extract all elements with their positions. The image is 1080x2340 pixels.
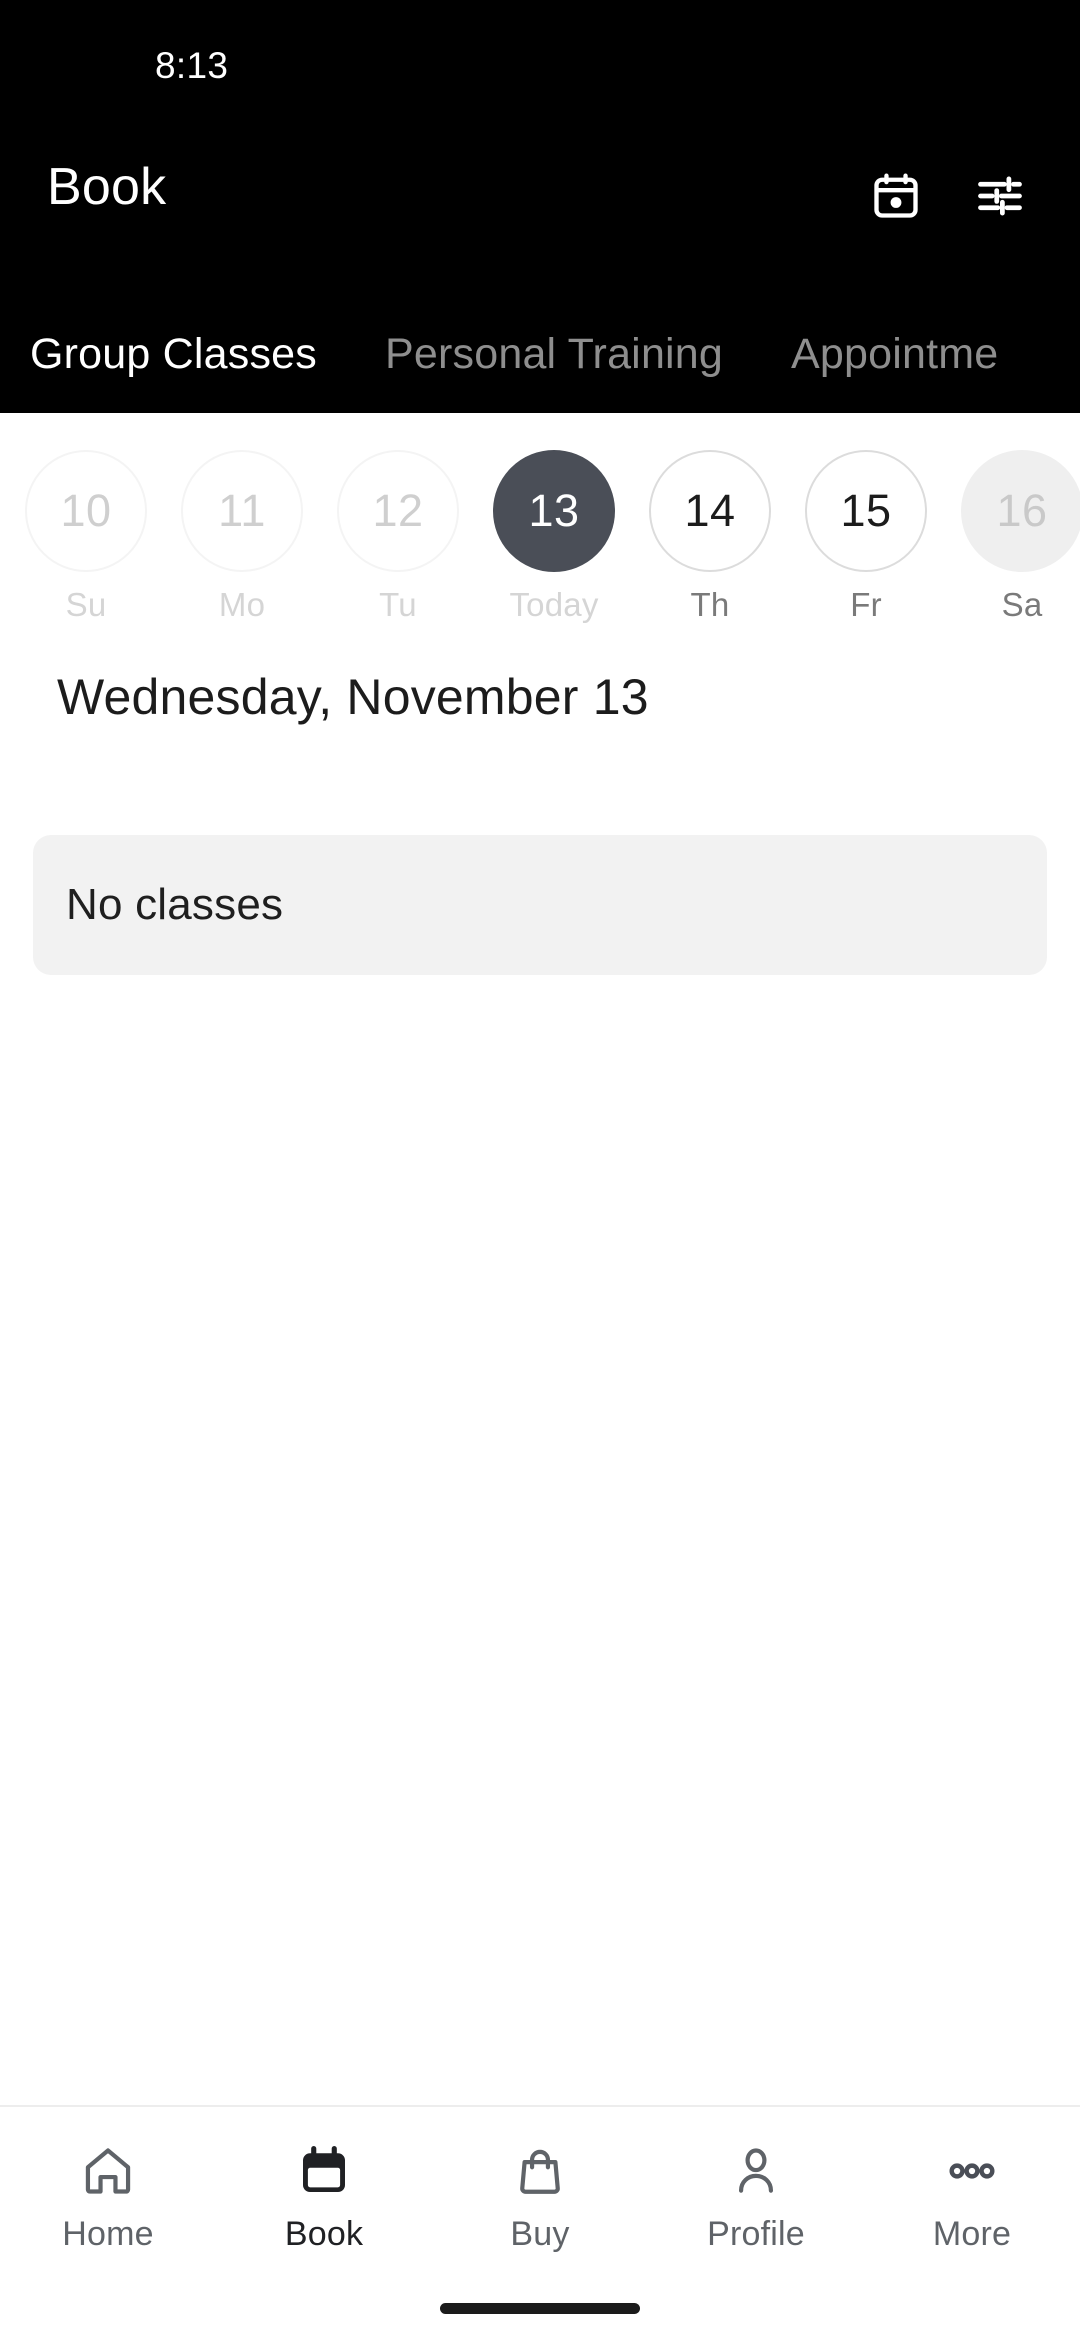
date-item-14[interactable]: 14 Th	[632, 450, 788, 624]
category-tabs[interactable]: Group Classes Personal Training Appointm…	[0, 295, 1080, 413]
home-indicator[interactable]	[440, 2303, 640, 2314]
nav-item-more[interactable]: More	[864, 2107, 1080, 2282]
more-icon	[944, 2140, 1000, 2202]
app-bar: Book	[0, 110, 1080, 295]
calendar-icon[interactable]	[868, 168, 924, 224]
person-icon	[728, 2140, 784, 2202]
nav-label: Book	[284, 2215, 364, 2253]
date-circle[interactable]: 10	[25, 450, 147, 572]
tab-group-classes[interactable]: Group Classes	[30, 330, 317, 379]
no-classes-card: No classes	[33, 835, 1047, 975]
nav-label: Profile	[707, 2215, 805, 2253]
nav-label: Buy	[510, 2215, 570, 2253]
date-circle[interactable]: 11	[181, 450, 303, 572]
selected-date-heading: Wednesday, November 13	[57, 669, 649, 725]
nav-label: Home	[62, 2215, 154, 2253]
app-header: 8:13 Book Group Classes Personal Trainin…	[0, 0, 1080, 413]
no-classes-label: No classes	[66, 880, 284, 929]
main-content: 10 Su 11 Mo 12 Tu 13 Today 14 Th 15 Fr 1…	[0, 413, 1080, 2340]
date-selector[interactable]: 10 Su 11 Mo 12 Tu 13 Today 14 Th 15 Fr 1…	[0, 450, 1080, 665]
bottom-navigation: Home Book Buy Profile More	[0, 2105, 1080, 2340]
date-item-15[interactable]: 15 Fr	[788, 450, 944, 624]
date-weekday-today: Today	[509, 586, 599, 623]
date-item-10[interactable]: 10 Su	[8, 450, 164, 624]
tab-personal-training[interactable]: Personal Training	[385, 330, 723, 379]
date-weekday: Th	[690, 586, 730, 623]
date-weekday: Su	[65, 586, 107, 623]
date-circle[interactable]: 12	[337, 450, 459, 572]
tab-appointments[interactable]: Appointme	[791, 330, 998, 379]
date-circle[interactable]: 14	[649, 450, 771, 572]
date-weekday: Fr	[850, 586, 882, 623]
filter-icon[interactable]	[972, 168, 1028, 224]
calendar-icon	[296, 2140, 352, 2202]
date-item-11[interactable]: 11 Mo	[164, 450, 320, 624]
date-item-16[interactable]: 16 Sa	[944, 450, 1080, 624]
date-weekday: Mo	[218, 586, 266, 623]
status-bar: 8:13	[0, 0, 1080, 110]
app-bar-actions	[868, 168, 1028, 224]
date-item-13-today[interactable]: 13 Today	[476, 450, 632, 624]
date-weekday: Sa	[1001, 586, 1043, 623]
home-icon	[80, 2140, 136, 2202]
date-circle-selected[interactable]: 13	[493, 450, 615, 572]
date-item-12[interactable]: 12 Tu	[320, 450, 476, 624]
bag-icon	[512, 2140, 568, 2202]
date-weekday: Tu	[379, 586, 417, 623]
status-bar-time: 8:13	[155, 45, 229, 86]
date-circle[interactable]: 15	[805, 450, 927, 572]
page-title: Book	[47, 158, 167, 216]
nav-item-home[interactable]: Home	[0, 2107, 216, 2282]
nav-label: More	[932, 2215, 1012, 2253]
nav-item-book[interactable]: Book	[216, 2107, 432, 2282]
date-circle[interactable]: 16	[961, 450, 1080, 572]
nav-item-buy[interactable]: Buy	[432, 2107, 648, 2282]
nav-item-profile[interactable]: Profile	[648, 2107, 864, 2282]
